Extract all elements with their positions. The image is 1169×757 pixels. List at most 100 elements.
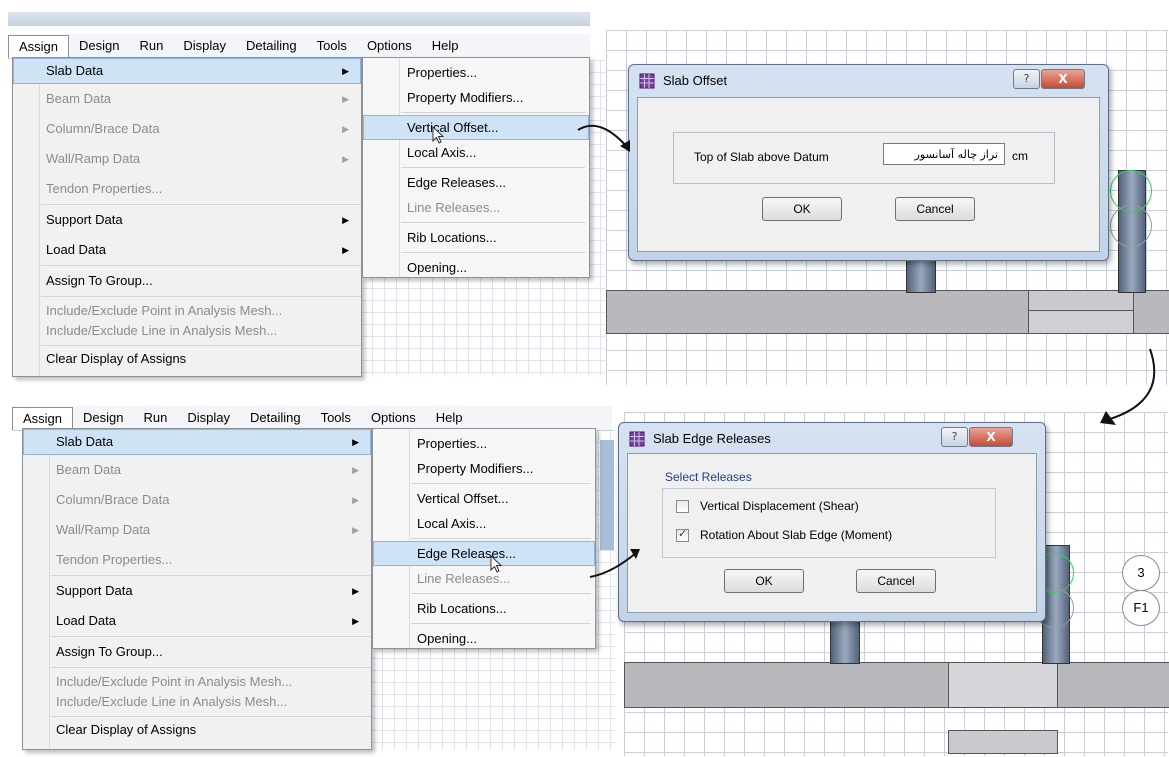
flow-arrow-icon [589, 549, 640, 578]
menu-item-load-data[interactable]: Load Data ▶ [13, 235, 361, 265]
menu-item-assign-to-group[interactable]: Assign To Group... [23, 637, 371, 667]
moment-option-label: Rotation About Slab Edge (Moment) [700, 528, 893, 542]
flow-arrow-icon [1100, 348, 1156, 425]
menu-item-include-exclude-point[interactable]: Include/Exclude Point in Analysis Mesh..… [56, 672, 349, 692]
assign-menu-bottom: Slab Data ▶ Beam Data ▶ Column/Brace Data ▶… [22, 428, 372, 750]
submenu-vertical-offset[interactable]: Vertical Offset... [363, 115, 589, 140]
slab-panel-bottom-lower [948, 730, 1058, 754]
help-button[interactable]: ? [1013, 69, 1040, 89]
menu-item-tendon-properties[interactable]: Tendon Properties... [23, 545, 371, 575]
menu-help[interactable]: Help [426, 407, 473, 429]
slab-submenu-top: Properties... Property Modifiers... Vert… [362, 57, 590, 278]
menu-assign[interactable]: Assign [12, 406, 74, 430]
submenu-line-releases[interactable]: Line Releases... [373, 566, 595, 591]
submenu-properties[interactable]: Properties... [373, 431, 595, 456]
submenu-local-axis[interactable]: Local Axis... [363, 140, 589, 165]
menu-item-beam-data[interactable]: Beam Data ▶ [13, 84, 361, 114]
menu-item-support-data[interactable]: Support Data ▶ [13, 205, 361, 235]
slab-strip-bottom [624, 662, 1169, 708]
menu-item-wall-ramp-data[interactable]: Wall/Ramp Data ▶ [23, 515, 371, 545]
menu-item-assign-to-group[interactable]: Assign To Group... [13, 266, 361, 296]
menu-tools[interactable]: Tools [307, 35, 357, 57]
ok-button[interactable]: OK [762, 197, 842, 221]
submenu-arrow-icon: ▶ [352, 437, 359, 447]
menu-display[interactable]: Display [173, 35, 236, 57]
menu-bar-top: Assign Design Run Display Detailing Tool… [8, 34, 590, 59]
grid-bubble-top-b [1110, 205, 1152, 247]
help-button[interactable]: ? [941, 427, 968, 447]
submenu-rib-locations[interactable]: Rib Locations... [373, 596, 595, 621]
close-icon: X [1058, 72, 1068, 86]
slab-offset-dialog: Slab Offset ? X Top of Slab above Datum … [628, 64, 1109, 261]
menu-assign[interactable]: Assign [8, 34, 70, 58]
cancel-button[interactable]: Cancel [895, 197, 975, 221]
menu-item-include-exclude[interactable]: Include/Exclude Point in Analysis Mesh..… [23, 668, 371, 716]
menu-item-tendon-properties[interactable]: Tendon Properties... [13, 174, 361, 204]
dialog-body: Top of Slab above Datum تراز چاله آسانسو… [637, 97, 1100, 252]
submenu-arrow-icon: ▶ [342, 66, 349, 76]
menu-item-include-exclude-point[interactable]: Include/Exclude Point in Analysis Mesh..… [46, 301, 339, 321]
menu-item-clear-display[interactable]: Clear Display of Assigns [13, 346, 361, 372]
ok-button[interactable]: OK [724, 569, 804, 593]
menu-detailing[interactable]: Detailing [236, 35, 307, 57]
menu-item-slab-data[interactable]: Slab Data ▶ [13, 58, 361, 84]
menu-item-support-data[interactable]: Support Data ▶ [23, 576, 371, 606]
slab-panel-bottom [948, 662, 1058, 708]
submenu-arrow-icon: ▶ [352, 616, 359, 626]
menu-item-load-data[interactable]: Load Data ▶ [23, 606, 371, 636]
menu-item-column-brace-data[interactable]: Column/Brace Data ▶ [13, 114, 361, 144]
column-bottom-a [830, 618, 860, 664]
submenu-properties[interactable]: Properties... [363, 60, 589, 85]
close-button[interactable]: X [969, 427, 1013, 447]
top-of-slab-input[interactable]: تراز چاله آسانسور [883, 143, 1005, 165]
unit-label: cm [1012, 149, 1028, 163]
select-releases-group-label: Select Releases [665, 470, 752, 484]
menu-run[interactable]: Run [134, 407, 178, 429]
menu-tools[interactable]: Tools [311, 407, 361, 429]
mouse-pointer-icon [432, 126, 445, 144]
close-button[interactable]: X [1041, 69, 1085, 89]
submenu-arrow-icon: ▶ [352, 525, 359, 535]
menu-item-wall-ramp-data[interactable]: Wall/Ramp Data ▶ [13, 144, 361, 174]
submenu-vertical-offset[interactable]: Vertical Offset... [373, 486, 595, 511]
menu-run[interactable]: Run [130, 35, 174, 57]
submenu-edge-releases[interactable]: Edge Releases... [363, 170, 589, 195]
menu-item-include-exclude-line[interactable]: Include/Exclude Line in Analysis Mesh... [56, 692, 349, 712]
menu-item-column-brace-data[interactable]: Column/Brace Data ▶ [23, 485, 371, 515]
submenu-arrow-icon: ▶ [342, 154, 349, 164]
submenu-opening[interactable]: Opening... [363, 255, 589, 280]
grid-label-bubble-3: 3 [1122, 555, 1160, 591]
menu-item-clear-display[interactable]: Clear Display of Assigns [23, 717, 371, 743]
submenu-opening[interactable]: Opening... [373, 626, 595, 651]
submenu-local-axis[interactable]: Local Axis... [373, 511, 595, 536]
menu-item-include-exclude-line[interactable]: Include/Exclude Line in Analysis Mesh... [46, 321, 339, 341]
submenu-arrow-icon: ▶ [352, 495, 359, 505]
submenu-line-releases[interactable]: Line Releases... [363, 195, 589, 220]
moment-checkbox[interactable] [676, 527, 689, 542]
menu-options[interactable]: Options [361, 407, 426, 429]
slab-edge-releases-dialog: Slab Edge Releases ? X Select Releases V… [618, 422, 1046, 622]
menu-design[interactable]: Design [69, 35, 129, 57]
slab-submenu-bottom: Properties... Property Modifiers... Vert… [372, 428, 596, 649]
menu-item-beam-data[interactable]: Beam Data ▶ [23, 455, 371, 485]
submenu-arrow-icon: ▶ [352, 586, 359, 596]
slab-panel-top-a [1028, 290, 1134, 312]
mouse-pointer-icon [490, 555, 503, 573]
menu-detailing[interactable]: Detailing [240, 407, 311, 429]
menu-display[interactable]: Display [177, 407, 240, 429]
submenu-rib-locations[interactable]: Rib Locations... [363, 225, 589, 250]
menu-item-slab-data[interactable]: Slab Data ▶ [23, 429, 371, 455]
shear-checkbox[interactable] [676, 500, 689, 513]
menu-options[interactable]: Options [357, 35, 422, 57]
menu-design[interactable]: Design [73, 407, 133, 429]
top-of-slab-label: Top of Slab above Datum [694, 150, 829, 164]
submenu-edge-releases[interactable]: Edge Releases... [373, 541, 595, 566]
menu-item-include-exclude[interactable]: Include/Exclude Point in Analysis Mesh..… [13, 297, 361, 345]
submenu-property-modifiers[interactable]: Property Modifiers... [363, 85, 589, 110]
window-title-strip [8, 12, 590, 26]
close-icon: X [986, 430, 996, 444]
cancel-button[interactable]: Cancel [856, 569, 936, 593]
menu-help[interactable]: Help [422, 35, 469, 57]
assign-menu-top: Slab Data ▶ Beam Data ▶ Column/Brace Data ▶… [12, 57, 362, 377]
submenu-property-modifiers[interactable]: Property Modifiers... [373, 456, 595, 481]
